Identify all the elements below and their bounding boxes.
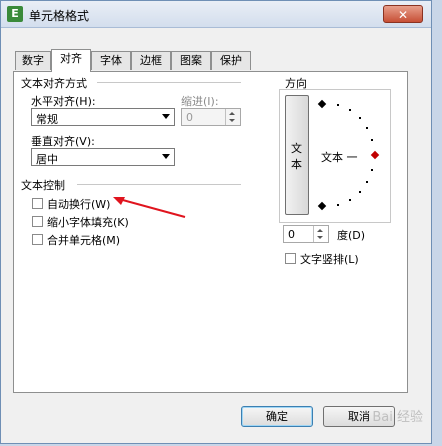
- horizontal-align-value: 常规: [36, 113, 58, 126]
- indent-label: 缩进(I):: [181, 95, 219, 108]
- tab-font[interactable]: 字体: [91, 51, 131, 70]
- dial-current-marker: [370, 150, 380, 160]
- dial-dot: [337, 104, 339, 106]
- vertical-align-value: 居中: [36, 153, 58, 166]
- divider: [77, 184, 241, 185]
- vertical-text-label[interactable]: 文字竖排(L): [300, 251, 359, 267]
- degree-value: 0: [288, 228, 295, 241]
- vertical-text-char: 本: [291, 158, 302, 171]
- watermark: Bai 经验: [372, 410, 423, 425]
- stepper-buttons[interactable]: [313, 226, 328, 242]
- dial-dot: [366, 181, 368, 183]
- dial-dot: [371, 139, 373, 141]
- vertical-text-char: 文: [291, 142, 302, 155]
- tab-number[interactable]: 数字: [15, 51, 51, 70]
- chevron-down-icon: [162, 114, 170, 119]
- dialog-title: 单元格格式: [29, 9, 90, 23]
- wrap-text-label[interactable]: 自动换行(W): [47, 196, 110, 212]
- divider: [97, 82, 241, 83]
- title-bar: E 单元格格式 ✕: [1, 1, 431, 28]
- dial-marker: [317, 99, 327, 109]
- dial-dot: [371, 169, 373, 171]
- indent-stepper[interactable]: 0: [181, 108, 241, 126]
- dial-dot: [349, 109, 351, 111]
- annotation-arrow-icon: [113, 197, 186, 218]
- chevron-down-icon: [162, 154, 170, 159]
- horizontal-align-select[interactable]: 常规: [31, 108, 175, 126]
- dial-text: 文本 一: [321, 151, 358, 164]
- stepper-down-icon: [317, 236, 323, 239]
- stepper-down-icon: [229, 119, 235, 122]
- tab-border[interactable]: 边框: [131, 51, 171, 70]
- dial-dot: [337, 204, 339, 206]
- degree-label: 度(D): [337, 229, 366, 242]
- close-button[interactable]: ✕: [383, 5, 423, 23]
- vertical-text-checkbox[interactable]: [285, 253, 296, 264]
- dial-dot: [359, 191, 361, 193]
- vertical-align-label: 垂直对齐(V):: [31, 135, 95, 148]
- dial-marker: [317, 201, 327, 211]
- stepper-buttons[interactable]: [225, 109, 240, 125]
- stepper-up-icon: [229, 112, 235, 115]
- orientation-dial[interactable]: 文本 一: [313, 93, 385, 217]
- vertical-text-button[interactable]: 文 本: [285, 95, 309, 215]
- shrink-to-fit-checkbox[interactable]: [32, 216, 43, 227]
- tab-pattern[interactable]: 图案: [171, 51, 211, 70]
- vertical-align-select[interactable]: 居中: [31, 148, 175, 166]
- wrap-text-checkbox[interactable]: [32, 198, 43, 209]
- horizontal-align-label: 水平对齐(H):: [31, 95, 96, 108]
- app-icon: E: [7, 6, 23, 22]
- merge-cells-label[interactable]: 合并单元格(M): [47, 232, 120, 248]
- dial-dot: [366, 127, 368, 129]
- ok-button[interactable]: 确定: [241, 406, 313, 427]
- dial-dot: [359, 117, 361, 119]
- stepper-up-icon: [317, 229, 323, 232]
- indent-value: 0: [186, 111, 193, 124]
- tab-alignment[interactable]: 对齐: [51, 49, 91, 72]
- dial-dot: [349, 199, 351, 201]
- text-alignment-heading: 文本对齐方式: [21, 77, 87, 90]
- tab-protection[interactable]: 保护: [211, 51, 251, 70]
- format-cells-dialog: E 单元格格式 ✕ 数字 对齐 字体 边框 图案 保护 文本对齐方式 水平对齐(…: [0, 0, 432, 444]
- text-control-heading: 文本控制: [21, 179, 65, 192]
- degree-stepper[interactable]: 0: [283, 225, 329, 243]
- merge-cells-checkbox[interactable]: [32, 234, 43, 245]
